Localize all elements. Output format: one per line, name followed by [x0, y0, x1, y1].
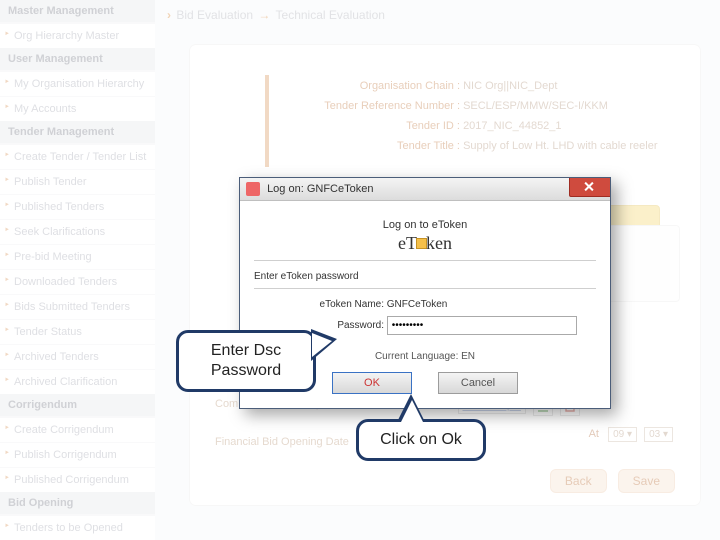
accent-bar	[265, 75, 269, 167]
sidebar-item-published-tenders[interactable]: Published Tenders	[0, 194, 155, 219]
sidebar-item-tenders-to-open[interactable]: Tenders to be Opened	[0, 515, 155, 540]
sidebar-item-org-hierarchy[interactable]: Org Hierarchy Master	[0, 23, 155, 48]
info-label: Organisation Chain :	[270, 80, 460, 92]
arrow-icon: →	[258, 8, 270, 22]
sidebar-item-create-tender[interactable]: Create Tender / Tender List	[0, 144, 155, 169]
minute-select[interactable]: 03 ▾	[644, 427, 673, 442]
sidebar-header-user: User Management	[0, 48, 155, 71]
tender-info: Organisation Chain : NIC Org||NIC_Dept T…	[270, 80, 658, 160]
app-icon	[246, 182, 260, 196]
breadcrumb-b: Technical Evaluation	[276, 8, 385, 22]
sidebar: Master Management Org Hierarchy Master U…	[0, 0, 155, 540]
chevron-right-icon: ›	[167, 8, 171, 22]
sidebar-header-master: Master Management	[0, 0, 155, 23]
info-label: Tender Reference Number :	[270, 100, 460, 112]
close-icon[interactable]	[569, 178, 610, 197]
at-label: At	[589, 428, 599, 440]
cancel-button[interactable]: Cancel	[438, 372, 518, 394]
sidebar-item-my-org[interactable]: My Organisation Hierarchy	[0, 71, 155, 96]
etoken-logo: eTken	[254, 233, 596, 254]
hour-select[interactable]: 09 ▾	[608, 427, 637, 442]
info-value: Supply of Low Ht. LHD with cable reeler	[463, 140, 657, 152]
etoken-name-value: GNFCeToken	[387, 299, 448, 310]
dialog-titlebar[interactable]: Log on: GNFCeToken	[240, 178, 610, 201]
sidebar-item-prebid-meeting[interactable]: Pre-bid Meeting	[0, 244, 155, 269]
sidebar-item-bids-submitted[interactable]: Bids Submitted Tenders	[0, 294, 155, 319]
sidebar-item-archived-tenders[interactable]: Archived Tenders	[0, 344, 155, 369]
logo-square-icon	[416, 238, 427, 249]
lang-value: EN	[461, 351, 475, 362]
info-label: Tender Title :	[270, 140, 460, 152]
dialog-title: Log on: GNFCeToken	[267, 183, 373, 195]
sidebar-item-publish-tender[interactable]: Publish Tender	[0, 169, 155, 194]
dialog-subtitle: Log on to eToken	[254, 219, 596, 231]
ok-button[interactable]: OK	[332, 372, 412, 394]
breadcrumb: › Bid Evaluation → Technical Evaluation	[165, 8, 720, 22]
sidebar-header-tender: Tender Management	[0, 121, 155, 144]
callout-click-ok: Click on Ok	[356, 419, 486, 461]
sidebar-item-published-corrigendum[interactable]: Published Corrigendum	[0, 467, 155, 492]
info-label: Tender ID :	[270, 120, 460, 132]
info-value: 2017_NIC_44852_1	[463, 120, 561, 132]
sidebar-item-downloaded-tenders[interactable]: Downloaded Tenders	[0, 269, 155, 294]
sidebar-header-corrigendum: Corrigendum	[0, 394, 155, 417]
callout-enter-password: Enter Dsc Password	[176, 330, 316, 392]
sidebar-header-bid-opening: Bid Opening	[0, 492, 155, 515]
sidebar-item-create-corrigendum[interactable]: Create Corrigendum	[0, 417, 155, 442]
sidebar-item-my-accounts[interactable]: My Accounts	[0, 96, 155, 121]
save-button[interactable]: Save	[618, 469, 675, 493]
sidebar-item-seek-clarifications[interactable]: Seek Clarifications	[0, 219, 155, 244]
info-value: NIC Org||NIC_Dept	[463, 80, 557, 92]
sidebar-item-publish-corrigendum[interactable]: Publish Corrigendum	[0, 442, 155, 467]
breadcrumb-a: Bid Evaluation	[176, 8, 253, 22]
sidebar-item-tender-status[interactable]: Tender Status	[0, 319, 155, 344]
back-button[interactable]: Back	[550, 469, 607, 493]
etoken-name-label: eToken Name:	[254, 299, 384, 310]
dialog-prompt: Enter eToken password	[254, 271, 596, 282]
lang-label: Current Language:	[375, 351, 458, 362]
sidebar-item-archived-clarification[interactable]: Archived Clarification	[0, 369, 155, 394]
password-input[interactable]	[387, 316, 577, 335]
info-value: SECL/ESP/MMW/SEC-I/KKM	[463, 100, 608, 112]
